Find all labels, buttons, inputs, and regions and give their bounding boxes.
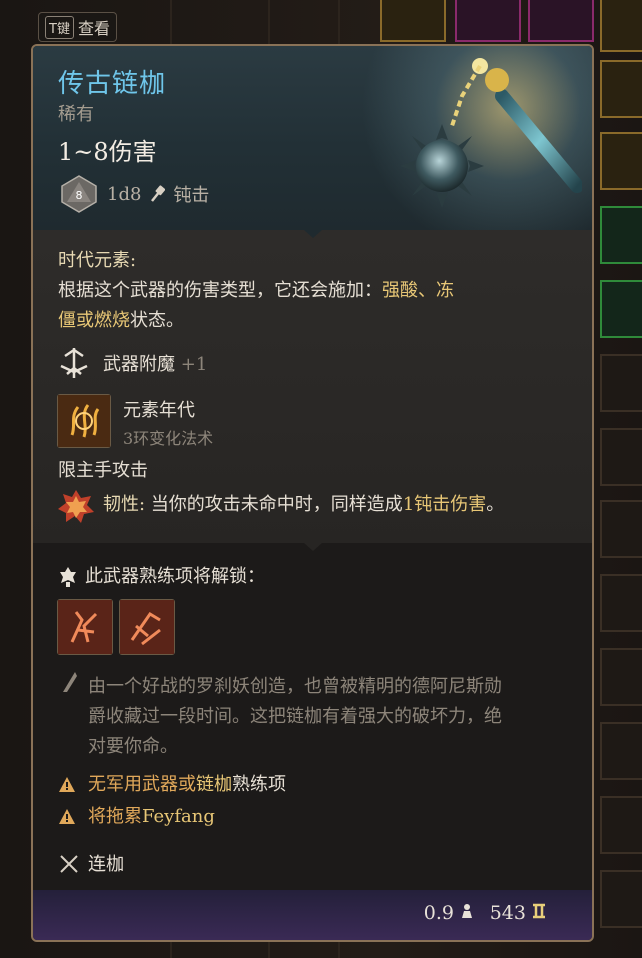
warning-icon xyxy=(59,777,75,792)
warning-proficiency: 无军用武器或链枷熟练项 xyxy=(88,774,286,795)
attack-restriction: 限主手攻击 xyxy=(58,460,148,481)
weapon-type: 连枷 xyxy=(88,854,124,875)
d8-die-icon: 8 xyxy=(61,175,97,213)
lore-line-3: 对要你命。 xyxy=(88,736,178,757)
proficiency-action-1[interactable] xyxy=(57,599,113,655)
tooltip-footer: 0.9 543 xyxy=(33,890,592,940)
smash-action-icon xyxy=(58,600,112,654)
section-notch xyxy=(304,230,322,238)
item-weight: 0.9 xyxy=(424,902,474,924)
inventory-slot[interactable] xyxy=(600,206,642,264)
lore-quill-icon xyxy=(63,672,77,692)
item-name: 传古链枷 xyxy=(58,69,167,99)
lore-line-2: 爵收藏过一段时间。这把链枷有着强大的破坏力，绝 xyxy=(88,706,502,727)
svg-text:8: 8 xyxy=(76,189,83,202)
weight-icon xyxy=(462,904,472,918)
inventory-slot[interactable] xyxy=(600,648,642,706)
inventory-slot[interactable] xyxy=(380,0,446,42)
flail-type-icon xyxy=(60,855,78,873)
inspect-hint[interactable]: T键 查看 xyxy=(38,12,117,42)
effect-desc-line1: 根据这个武器的伤害类型，它还会施加：强酸、冻 xyxy=(58,280,454,301)
item-rarity: 稀有 xyxy=(58,104,94,125)
inventory-slot[interactable] xyxy=(600,722,642,780)
inventory-slot[interactable] xyxy=(600,574,642,632)
spell-subtitle: 3环变化法术 xyxy=(123,429,214,448)
inventory-slot[interactable] xyxy=(455,0,521,42)
inventory-slot[interactable] xyxy=(600,796,642,854)
warning-icon xyxy=(59,809,75,824)
effect-title: 时代元素: xyxy=(58,250,137,271)
damage-dice-row: 8 1d8 钝击 xyxy=(59,174,209,214)
enchant-row: 武器附魔 +1 xyxy=(103,354,208,375)
bludgeoning-icon xyxy=(151,185,166,202)
warning-encumber: 将拖累Feyfang xyxy=(88,806,215,827)
proficiency-label: 此武器熟练项将解锁： xyxy=(85,566,265,587)
flail-item-image xyxy=(400,58,582,208)
proficiency-action-2[interactable] xyxy=(119,599,175,655)
elemental-age-spell-icon xyxy=(58,395,110,447)
inventory-slot[interactable] xyxy=(600,428,642,486)
inventory-slot[interactable] xyxy=(600,0,642,52)
pommel-strike-action-icon xyxy=(120,600,174,654)
gold-coin-icon xyxy=(533,903,545,919)
hotkey-badge: T键 xyxy=(45,15,74,39)
spell-name: 元素年代 xyxy=(123,400,195,421)
effect-desc-line2: 僵或燃烧状态。 xyxy=(58,310,184,331)
inventory-slot[interactable] xyxy=(600,280,642,338)
proficiency-icon xyxy=(60,567,76,587)
spell-icon-frame[interactable] xyxy=(57,394,111,448)
inventory-slot[interactable] xyxy=(600,870,642,928)
inventory-slot[interactable] xyxy=(600,500,642,558)
inventory-slot[interactable] xyxy=(600,354,642,412)
item-tooltip: 传古链枷 稀有 1~8伤害 8 1d8 钝击 时代元素: 根据这个武器的伤害类型… xyxy=(31,44,594,942)
section-notch xyxy=(304,543,322,551)
passive-row: 韧性: 当你的攻击未命中时，同样造成1钝击伤害。 xyxy=(103,494,505,515)
inventory-slot[interactable] xyxy=(600,60,642,118)
inventory-slot[interactable] xyxy=(600,132,642,190)
weapon-enchant-icon xyxy=(60,348,88,378)
damage-type: 钝击 xyxy=(173,185,210,206)
inventory-slot[interactable] xyxy=(528,0,594,42)
lore-line-1: 由一个好战的罗刹妖创造，也曾被精明的德阿尼斯勋 xyxy=(88,676,502,697)
inspect-label: 查看 xyxy=(77,19,110,38)
item-price: 543 xyxy=(490,902,546,924)
toughness-passive-icon xyxy=(58,490,94,523)
dice-value: 1d8 xyxy=(107,183,142,205)
damage-range: 1~8伤害 xyxy=(58,138,157,166)
